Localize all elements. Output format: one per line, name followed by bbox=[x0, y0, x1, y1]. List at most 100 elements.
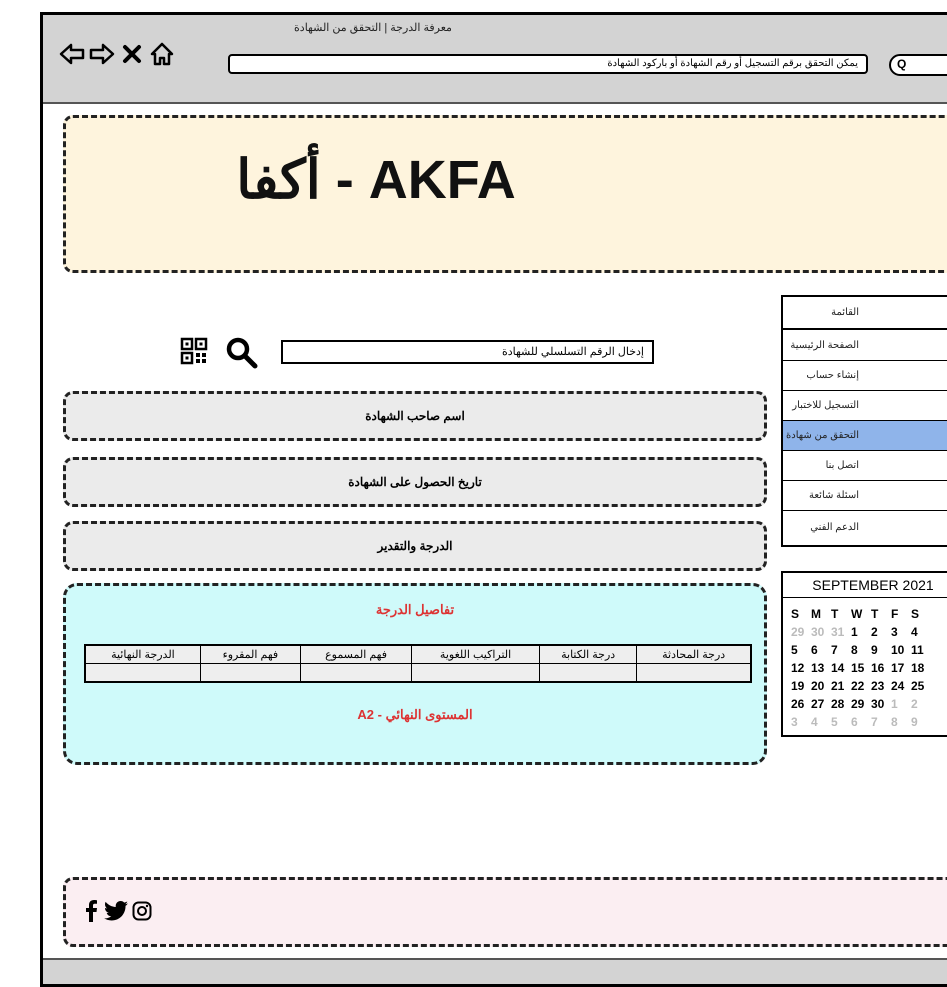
window-title: معرفة الدرجة | التحقق من الشهادة bbox=[294, 22, 452, 34]
browser-search-box[interactable]: Q bbox=[889, 54, 947, 76]
calendar-day[interactable]: 31 bbox=[831, 625, 851, 639]
calendar-day[interactable]: 18 bbox=[911, 661, 931, 675]
calendar-day[interactable]: 3 bbox=[891, 625, 911, 639]
final-level: A2 - المستوى النهائي bbox=[357, 707, 473, 722]
calendar-day[interactable]: 6 bbox=[851, 715, 871, 729]
search-icon[interactable] bbox=[224, 335, 258, 369]
social-links bbox=[82, 900, 152, 922]
calendar-day-selected[interactable]: 5 bbox=[787, 640, 811, 660]
calendar-day[interactable]: 23 bbox=[871, 679, 891, 693]
menu-item-register-test[interactable]: التسجيل للاختبار bbox=[783, 391, 947, 421]
calendar-day[interactable]: 6 bbox=[811, 643, 831, 657]
hero-banner: أكفا - AKFA bbox=[63, 115, 947, 273]
table-cell bbox=[636, 663, 752, 683]
calendar-day[interactable]: 2 bbox=[871, 625, 891, 639]
weekday-label: T bbox=[831, 607, 839, 621]
grade-details-panel: تفاصيل الدرجة درجة المحادثة درجة الكتابة… bbox=[63, 583, 767, 765]
calendar-day[interactable]: 13 bbox=[811, 661, 831, 675]
home-icon[interactable] bbox=[149, 41, 175, 67]
close-icon[interactable] bbox=[121, 43, 143, 65]
holder-name-field: اسم صاحب الشهادة bbox=[63, 391, 767, 441]
calendar-day[interactable]: 22 bbox=[851, 679, 871, 693]
calendar-day[interactable]: 30 bbox=[811, 625, 831, 639]
certificate-serial-input[interactable]: إدخال الرقم التسلسلي للشهادة bbox=[281, 340, 654, 364]
weekday-label: S bbox=[911, 607, 920, 621]
calendar-day[interactable]: 2 bbox=[911, 697, 931, 711]
calendar-day[interactable]: 4 bbox=[811, 715, 831, 729]
calendar-day[interactable]: 8 bbox=[851, 643, 871, 657]
calendar-day[interactable]: 29 bbox=[851, 697, 871, 711]
instagram-icon[interactable] bbox=[132, 901, 152, 921]
calendar-day[interactable]: 26 bbox=[791, 697, 811, 711]
browser-window: معرفة الدرجة | التحقق من الشهادة يمكن ال… bbox=[40, 12, 947, 987]
calendar-day[interactable]: 5 bbox=[831, 715, 851, 729]
column-header: درجة المحادثة bbox=[636, 644, 752, 664]
weekday-label: W bbox=[851, 607, 863, 621]
calendar-day[interactable]: 28 bbox=[831, 697, 851, 711]
calendar-day[interactable]: 7 bbox=[831, 643, 851, 657]
calendar-day[interactable]: 1 bbox=[891, 697, 911, 711]
twitter-icon[interactable] bbox=[104, 901, 128, 921]
calendar-day[interactable]: 4 bbox=[911, 625, 931, 639]
grade-table: درجة المحادثة درجة الكتابة التراكيب اللغ… bbox=[84, 644, 752, 683]
calendar-week: 12 13 14 15 16 17 18 bbox=[791, 661, 931, 675]
calendar-day[interactable]: 15 bbox=[851, 661, 871, 675]
qr-code-icon[interactable] bbox=[180, 337, 208, 365]
weekday-label: F bbox=[891, 607, 899, 621]
browser-toolbar: معرفة الدرجة | التحقق من الشهادة يمكن ال… bbox=[43, 15, 947, 104]
menu-item-support[interactable]: الدعم الفني bbox=[783, 511, 947, 545]
calendar-day[interactable]: 19 bbox=[791, 679, 811, 693]
calendar-day[interactable]: 30 bbox=[871, 697, 891, 711]
facebook-icon[interactable] bbox=[82, 900, 100, 922]
weekday-label: M bbox=[811, 607, 821, 621]
calendar-week: 26 27 28 29 30 1 2 bbox=[791, 697, 931, 711]
calendar-day[interactable]: 11 bbox=[911, 643, 931, 657]
calendar-week: 3456789 bbox=[791, 715, 931, 729]
footer bbox=[63, 877, 947, 947]
menu-item-home[interactable]: الصفحة الرئيسية bbox=[783, 329, 947, 361]
calendar-widget: SEPTEMBER 2021 SMTWTFS 29 30 31 1 2 3 4 567891… bbox=[781, 571, 947, 737]
table-cell bbox=[199, 663, 301, 683]
table-cell bbox=[299, 663, 413, 683]
menu-item-create-account[interactable]: إنشاء حساب bbox=[783, 361, 947, 391]
calendar-day[interactable]: 7 bbox=[871, 715, 891, 729]
calendar-day[interactable]: 10 bbox=[891, 643, 911, 657]
menu-item-verify-certificate[interactable]: التحقق من شهادة bbox=[783, 421, 947, 451]
grade-field: الدرجة والتقدير bbox=[63, 521, 767, 571]
calendar-day[interactable]: 24 bbox=[891, 679, 911, 693]
column-header: درجة الكتابة bbox=[538, 644, 638, 664]
menu-item-contact[interactable]: اتصل بنا bbox=[783, 451, 947, 481]
side-menu: القائمة الصفحة الرئيسية إنشاء حساب التسج… bbox=[781, 295, 947, 547]
calendar-day[interactable]: 9 bbox=[911, 715, 931, 729]
calendar-day[interactable]: 25 bbox=[911, 679, 931, 693]
column-header: فهم المقروء bbox=[199, 644, 301, 664]
column-header: التراكيب اللغوية bbox=[411, 644, 540, 664]
calendar-day[interactable]: 27 bbox=[811, 697, 831, 711]
calendar-day[interactable]: 1 bbox=[851, 625, 871, 639]
menu-header: القائمة bbox=[783, 297, 947, 329]
calendar-day[interactable]: 17 bbox=[891, 661, 911, 675]
address-bar[interactable]: يمكن التحقق برقم التسجيل أو رقم الشهادة … bbox=[228, 54, 868, 74]
calendar-day[interactable]: 9 bbox=[871, 643, 891, 657]
calendar-week: 5 6 7 8 9 10 11 bbox=[787, 640, 931, 660]
calendar-day[interactable]: 20 bbox=[811, 679, 831, 693]
calendar-day[interactable]: 8 bbox=[891, 715, 911, 729]
table-cell bbox=[411, 663, 540, 683]
table-cell bbox=[84, 663, 201, 683]
table-header-row: درجة المحادثة درجة الكتابة التراكيب اللغ… bbox=[84, 644, 752, 664]
calendar-day[interactable]: 14 bbox=[831, 661, 851, 675]
menu-item-faq[interactable]: اسئلة شائعة bbox=[783, 481, 947, 511]
calendar-day[interactable]: 12 bbox=[791, 661, 811, 675]
grade-details-title: تفاصيل الدرجة bbox=[375, 602, 455, 617]
back-arrow-icon[interactable] bbox=[59, 41, 85, 67]
calendar-day[interactable]: 29 bbox=[791, 625, 811, 639]
calendar-week: 29 30 31 1 2 3 4 bbox=[791, 625, 931, 639]
site-title: أكفا - AKFA bbox=[236, 150, 516, 210]
forward-arrow-icon[interactable] bbox=[89, 41, 115, 67]
calendar-day[interactable]: 16 bbox=[871, 661, 891, 675]
calendar-month: SEPTEMBER 2021 bbox=[783, 577, 947, 598]
calendar-day[interactable]: 3 bbox=[791, 715, 811, 729]
browser-status-bar bbox=[43, 958, 947, 984]
issue-date-field: تاريخ الحصول على الشهادة bbox=[63, 457, 767, 507]
calendar-day[interactable]: 21 bbox=[831, 679, 851, 693]
